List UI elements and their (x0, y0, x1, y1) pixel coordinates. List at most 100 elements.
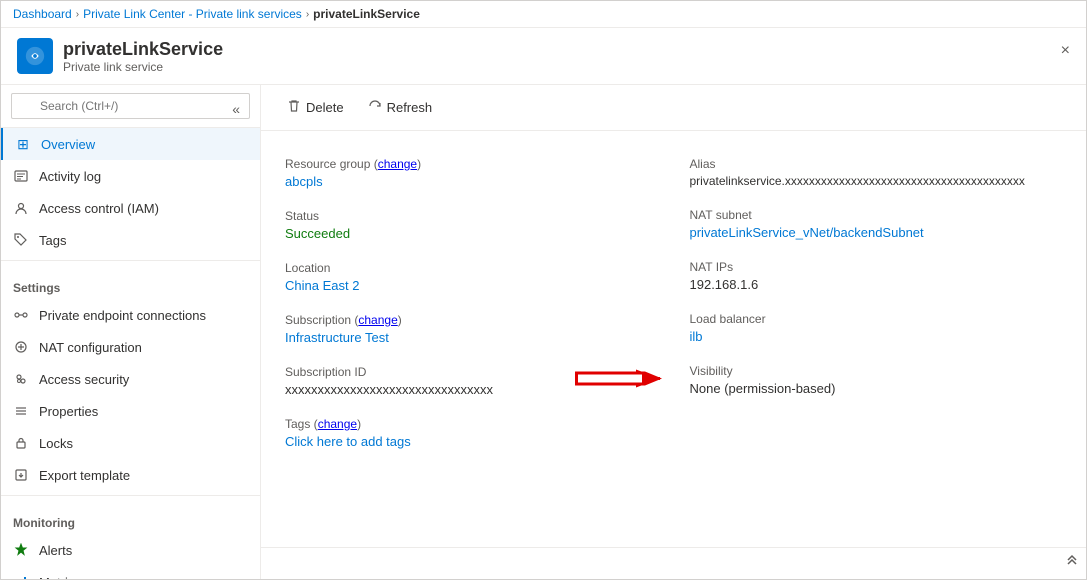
tags-change-link[interactable]: change (318, 417, 357, 431)
close-button[interactable]: × (1057, 38, 1074, 64)
sidebar-item-private-endpoint-label: Private endpoint connections (39, 308, 206, 323)
alias-value: privatelinkservice.xxxxxxxxxxxxxxxxxxxxx… (690, 174, 1047, 188)
sidebar-item-tags[interactable]: Tags (1, 224, 260, 256)
breadcrumb-sep-2: › (306, 9, 309, 20)
settings-section-label: Settings (1, 265, 260, 299)
sidebar-item-locks[interactable]: Locks (1, 427, 260, 459)
toolbar: Delete Refresh (261, 85, 1086, 131)
metrics-icon (13, 574, 29, 579)
sidebar-search-area: « (1, 85, 260, 128)
resource-group-value[interactable]: abcpls (285, 174, 658, 189)
sidebar-item-activity-log[interactable]: Activity log (1, 160, 260, 192)
sidebar-item-locks-label: Locks (39, 436, 73, 451)
private-endpoint-icon (13, 307, 29, 323)
delete-icon (287, 99, 301, 116)
sidebar-item-access-control[interactable]: Access control (IAM) (1, 192, 260, 224)
status-label: Status (285, 209, 658, 223)
locks-icon (13, 435, 29, 451)
nat-subnet-label: NAT subnet (690, 208, 1047, 222)
resource-group-change-link[interactable]: change (378, 157, 417, 171)
tags-icon (13, 232, 29, 248)
nat-ips-label: NAT IPs (690, 260, 1047, 274)
detail-visibility: Visibility None (permission-based) (690, 354, 1063, 406)
sidebar-item-properties-label: Properties (39, 404, 98, 419)
delete-label: Delete (306, 100, 344, 115)
tags-label: Tags (change) (285, 417, 658, 431)
resource-type: Private link service (63, 60, 223, 74)
access-control-icon (13, 200, 29, 216)
main-layout: « ⊞ Overview Activity log (1, 85, 1086, 579)
detail-nat-subnet: NAT subnet privateLinkService_vNet/backe… (690, 198, 1063, 250)
sidebar-item-metrics-label: Metrics (39, 575, 81, 580)
sidebar-item-export-template-label: Export template (39, 468, 130, 483)
sidebar-item-access-security-label: Access security (39, 372, 129, 387)
subscription-label: Subscription (change) (285, 313, 658, 327)
nat-config-icon (13, 339, 29, 355)
sidebar-item-overview[interactable]: ⊞ Overview (1, 128, 260, 160)
overview-icon: ⊞ (15, 136, 31, 152)
sidebar: « ⊞ Overview Activity log (1, 85, 261, 579)
search-input[interactable] (11, 93, 250, 119)
resource-icon (17, 38, 53, 74)
details-area: Resource group (change) abcpls Status Su… (261, 131, 1086, 547)
detail-load-balancer: Load balancer ilb (690, 302, 1063, 354)
breadcrumb-current: privateLinkService (313, 7, 420, 21)
sidebar-item-access-control-label: Access control (IAM) (39, 201, 159, 216)
app-container: Dashboard › Private Link Center - Privat… (0, 0, 1087, 580)
red-arrow-annotation (570, 364, 670, 397)
resource-header: privateLinkService Private link service … (1, 28, 1086, 85)
sidebar-item-access-security[interactable]: Access security (1, 363, 260, 395)
sidebar-item-properties[interactable]: Properties (1, 395, 260, 427)
detail-nat-ips: NAT IPs 192.168.1.6 (690, 250, 1063, 302)
location-label: Location (285, 261, 658, 275)
breadcrumb-dashboard[interactable]: Dashboard (13, 7, 72, 21)
sidebar-collapse-button[interactable]: « (232, 101, 240, 117)
nat-subnet-link[interactable]: privateLinkService_vNet/backendSubnet (690, 225, 924, 240)
sidebar-nav: ⊞ Overview Activity log Access control (… (1, 128, 260, 579)
visibility-value: None (permission-based) (690, 381, 1047, 396)
sidebar-item-alerts[interactable]: Alerts (1, 534, 260, 566)
sidebar-item-nat-configuration[interactable]: NAT configuration (1, 331, 260, 363)
settings-divider (1, 260, 260, 261)
monitoring-section-label: Monitoring (1, 500, 260, 534)
sidebar-item-metrics[interactable]: Metrics (1, 566, 260, 579)
resource-group-label: Resource group (change) (285, 157, 658, 171)
nat-subnet-value: privateLinkService_vNet/backendSubnet (690, 225, 1047, 240)
resource-name: privateLinkService (63, 39, 223, 60)
visibility-label: Visibility (690, 364, 1047, 378)
access-security-icon (13, 371, 29, 387)
tags-add-link[interactable]: Click here to add tags (285, 434, 658, 449)
sidebar-search-wrap: « (11, 93, 250, 119)
sidebar-item-export-template[interactable]: Export template (1, 459, 260, 491)
sidebar-item-private-endpoint-connections[interactable]: Private endpoint connections (1, 299, 260, 331)
properties-icon (13, 403, 29, 419)
subscription-change-link[interactable]: change (358, 313, 397, 327)
load-balancer-label: Load balancer (690, 312, 1047, 326)
subscription-value[interactable]: Infrastructure Test (285, 330, 658, 345)
details-left-column: Resource group (change) abcpls Status Su… (285, 147, 674, 459)
details-right-column: Alias privatelinkservice.xxxxxxxxxxxxxxx… (674, 147, 1063, 459)
sidebar-item-alerts-label: Alerts (39, 543, 72, 558)
breadcrumb-sep-1: › (76, 9, 79, 20)
detail-tags: Tags (change) Click here to add tags (285, 407, 674, 459)
details-grid: Resource group (change) abcpls Status Su… (285, 147, 1062, 459)
delete-button[interactable]: Delete (277, 93, 354, 122)
nat-ips-value: 192.168.1.6 (690, 277, 1047, 292)
details-footer (261, 547, 1086, 579)
refresh-button[interactable]: Refresh (358, 93, 443, 122)
refresh-icon (368, 99, 382, 116)
monitoring-divider (1, 495, 260, 496)
breadcrumb-private-link-center[interactable]: Private Link Center - Private link servi… (83, 7, 302, 21)
detail-status: Status Succeeded (285, 199, 674, 251)
location-value: China East 2 (285, 278, 658, 293)
export-template-icon (13, 467, 29, 483)
resource-title-group: privateLinkService Private link service (63, 39, 223, 74)
load-balancer-link[interactable]: ilb (690, 329, 703, 344)
detail-alias: Alias privatelinkservice.xxxxxxxxxxxxxxx… (690, 147, 1063, 198)
sidebar-item-overview-label: Overview (41, 137, 95, 152)
sidebar-item-activity-log-label: Activity log (39, 169, 101, 184)
collapse-button[interactable] (1064, 554, 1080, 573)
breadcrumb: Dashboard › Private Link Center - Privat… (1, 1, 1086, 28)
alias-label: Alias (690, 157, 1047, 171)
activity-log-icon (13, 168, 29, 184)
